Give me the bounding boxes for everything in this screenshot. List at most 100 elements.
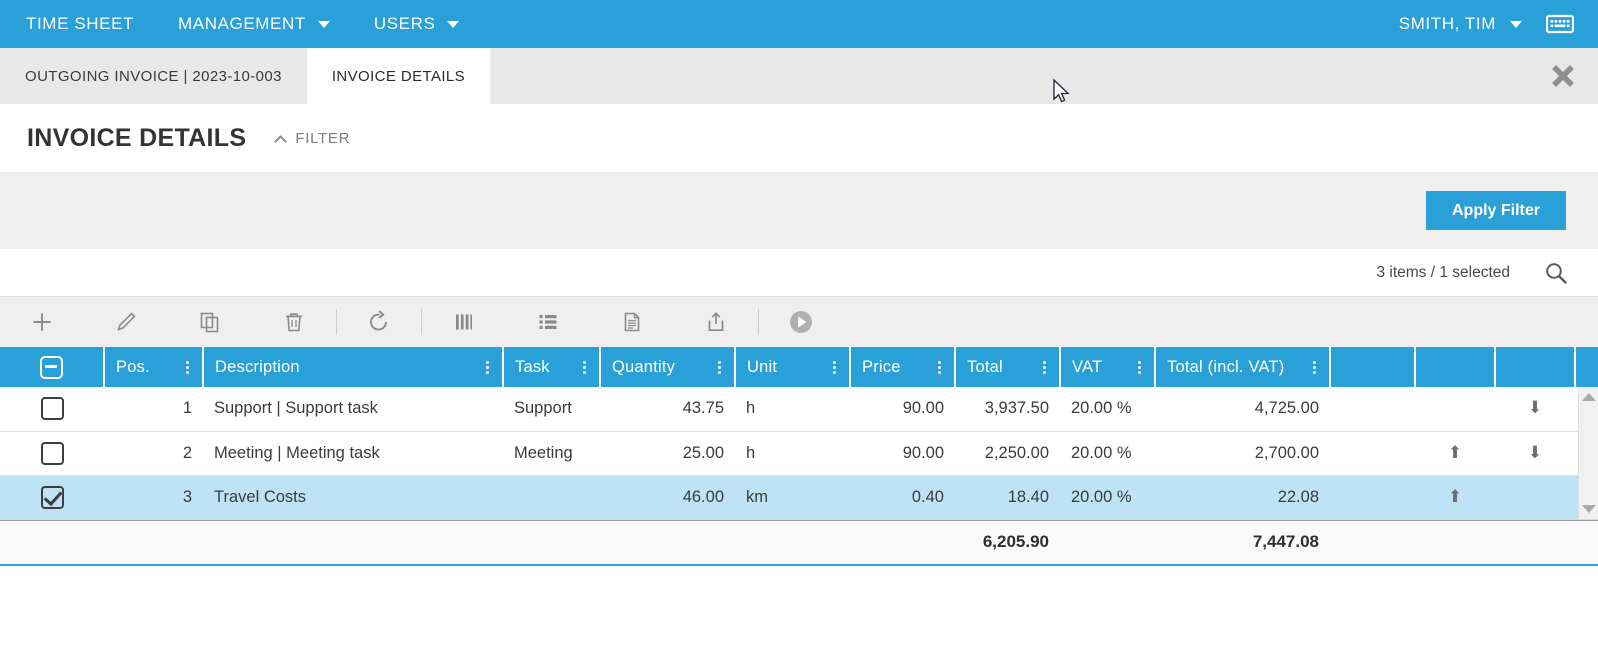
- column-menu-icon[interactable]: [581, 359, 588, 376]
- vertical-scrollbar[interactable]: [1578, 387, 1598, 519]
- items-count-bar: 3 items / 1 selected: [0, 249, 1598, 296]
- export-button[interactable]: [674, 297, 758, 348]
- cell-task: Support: [503, 387, 600, 432]
- search-icon[interactable]: [1544, 261, 1568, 285]
- row-checkbox-cell: [0, 387, 104, 432]
- cell-task: Meeting: [503, 431, 600, 476]
- cell-quantity: 43.75: [600, 387, 735, 432]
- refresh-button[interactable]: [337, 297, 421, 348]
- scroll-up-arrow[interactable]: [1579, 387, 1598, 407]
- cell-description: Meeting | Meeting task: [203, 431, 503, 476]
- cell-total-incl-vat: 22.08: [1155, 475, 1330, 520]
- top-navigation-bar: TIME SHEET MANAGEMENT USERS SMITH, TIM: [0, 0, 1598, 48]
- cell-pos: 3: [104, 475, 203, 520]
- copy-button[interactable]: [168, 297, 252, 348]
- grid-table: Pos. Description Task Quantity Unit Pric…: [0, 347, 1598, 520]
- scroll-down-arrow[interactable]: [1579, 499, 1598, 519]
- header-label: Quantity: [612, 357, 676, 376]
- totals-total-incl-vat: 7,447.08: [1252, 532, 1319, 551]
- cell-pos: 2: [104, 431, 203, 476]
- table-row[interactable]: 3 Travel Costs 46.00 km 0.40 18.40 20.00 % 22.0…: [0, 475, 1598, 520]
- cell-move-up: ⬆: [1415, 475, 1495, 520]
- cell-price: 0.40: [850, 475, 955, 520]
- cell-task: [503, 475, 600, 520]
- header-cell-vat[interactable]: VAT: [1060, 347, 1156, 387]
- nav-item-users[interactable]: USERS: [352, 0, 482, 48]
- row-checkbox[interactable]: [40, 397, 64, 421]
- filter-toggle[interactable]: FILTER: [274, 129, 351, 148]
- chevron-down-icon: [317, 20, 330, 28]
- run-button[interactable]: [759, 297, 843, 348]
- cell-price: 90.00: [850, 431, 955, 476]
- column-menu-icon[interactable]: [716, 359, 723, 376]
- column-menu-icon[interactable]: [936, 359, 943, 376]
- row-checkbox-cell: [0, 475, 104, 520]
- close-icon[interactable]: [1528, 48, 1598, 104]
- row-checkbox[interactable]: [40, 485, 64, 509]
- header-cell-description[interactable]: Description: [203, 347, 504, 387]
- cell-pos: 1: [104, 387, 203, 432]
- items-count-label: 3 items / 1 selected: [1376, 263, 1510, 281]
- nav-item-label: TIME SHEET: [26, 14, 135, 33]
- table-header-row: Pos. Description Task Quantity Unit Pric…: [0, 347, 1598, 387]
- header-label: Price: [862, 357, 901, 376]
- tab-outgoing-invoice[interactable]: OUTGOING INVOICE | 2023-10-003: [0, 48, 307, 104]
- header-cell-task[interactable]: Task: [503, 347, 601, 387]
- move-up-arrow-icon[interactable]: ⬆: [1448, 488, 1462, 505]
- header-cell-select: [0, 347, 105, 387]
- column-menu-icon[interactable]: [831, 359, 838, 376]
- user-name-label: SMITH, TIM: [1398, 14, 1496, 33]
- cell-total-incl-vat: 4,725.00: [1155, 387, 1330, 432]
- header-cell-price[interactable]: Price: [850, 347, 956, 387]
- nav-item-time-sheet[interactable]: TIME SHEET: [0, 0, 156, 48]
- header-cell-unit[interactable]: Unit: [735, 347, 851, 387]
- cell-move-up: ⬆: [1415, 431, 1495, 476]
- list-button[interactable]: [506, 297, 590, 348]
- tab-label: OUTGOING INVOICE | 2023-10-003: [25, 67, 282, 85]
- move-down-arrow-icon[interactable]: ⬇: [1528, 399, 1542, 416]
- table-body: 1 Support | Support task Support 43.75 h 90.0…: [0, 387, 1598, 520]
- chevron-down-icon: [1510, 20, 1522, 28]
- column-menu-icon[interactable]: [1311, 359, 1318, 376]
- keyboard-icon[interactable]: [1540, 0, 1580, 48]
- filter-label: FILTER: [295, 129, 351, 147]
- column-menu-icon[interactable]: [184, 359, 191, 376]
- cell-unit: h: [735, 387, 850, 432]
- apply-filter-button[interactable]: Apply Filter: [1425, 191, 1566, 230]
- row-checkbox[interactable]: [40, 441, 64, 465]
- header-cell-total-incl-vat[interactable]: Total (incl. VAT): [1155, 347, 1331, 387]
- header-cell-pos[interactable]: Pos.: [104, 347, 204, 387]
- nav-item-management[interactable]: MANAGEMENT: [156, 0, 352, 48]
- cell-move-down: ⬇: [1495, 431, 1575, 476]
- column-menu-icon[interactable]: [484, 359, 491, 376]
- tab-label: INVOICE DETAILS: [331, 67, 466, 85]
- header-cell-total[interactable]: Total: [955, 347, 1061, 387]
- column-menu-icon[interactable]: [1041, 359, 1048, 376]
- header-cell-quantity[interactable]: Quantity: [600, 347, 736, 387]
- column-menu-icon[interactable]: [1136, 359, 1143, 376]
- nav-item-label: USERS: [373, 14, 436, 33]
- document-button[interactable]: [590, 297, 674, 348]
- table-row[interactable]: 1 Support | Support task Support 43.75 h 90.0…: [0, 387, 1598, 432]
- delete-button[interactable]: [252, 297, 336, 348]
- filter-panel: Apply Filter: [0, 172, 1598, 249]
- grid-totals-row: 6,205.90 7,447.08: [0, 519, 1598, 566]
- header-cell-move-up: [1415, 347, 1496, 387]
- cell-total: 18.40: [955, 475, 1060, 520]
- move-up-arrow-icon[interactable]: ⬆: [1448, 444, 1462, 461]
- edit-button[interactable]: [84, 297, 168, 348]
- columns-button[interactable]: [422, 297, 506, 348]
- cell-total: 3,937.50: [955, 387, 1060, 432]
- header-cell-blank-2: [1575, 347, 1598, 387]
- header-label: Description: [215, 357, 300, 376]
- add-button[interactable]: [0, 297, 84, 348]
- user-menu[interactable]: SMITH, TIM: [1381, 14, 1540, 34]
- move-down-arrow-icon[interactable]: ⬇: [1528, 444, 1542, 461]
- cell-blank-1: [1330, 475, 1415, 520]
- cell-description: Support | Support task: [203, 387, 503, 432]
- tab-invoice-details[interactable]: INVOICE DETAILS: [306, 48, 491, 104]
- nav-right-group: SMITH, TIM: [1381, 0, 1598, 48]
- table-row[interactable]: 2 Meeting | Meeting task Meeting 25.00 h 90.0…: [0, 431, 1598, 476]
- select-all-checkbox[interactable]: [40, 355, 63, 379]
- header-label: Total: [967, 357, 1003, 376]
